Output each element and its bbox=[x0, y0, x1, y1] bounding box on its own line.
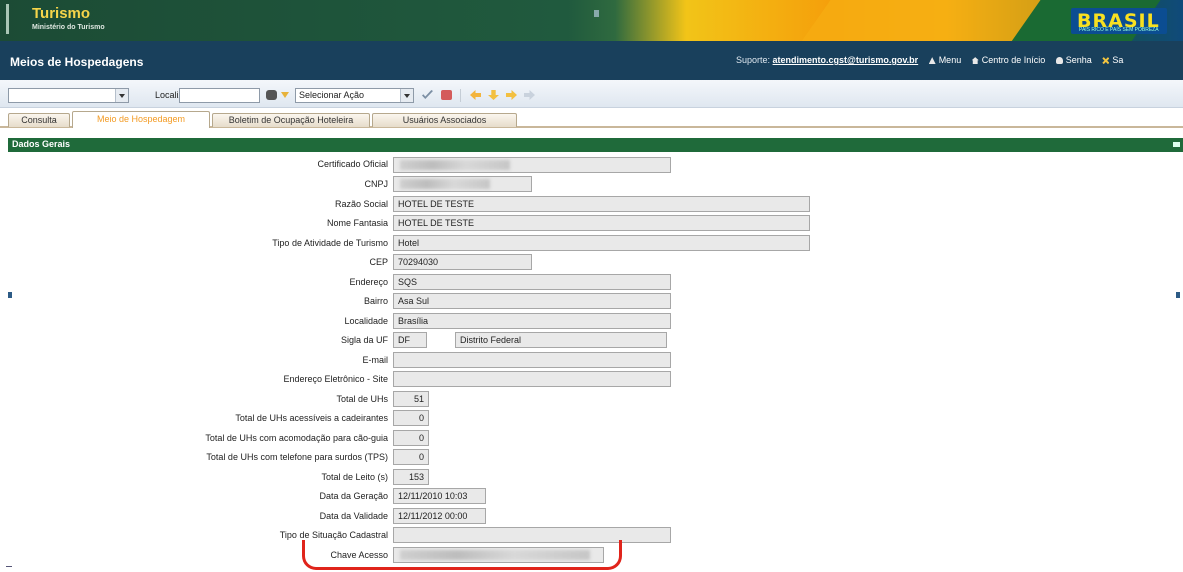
endereco-field[interactable]: SQS bbox=[393, 274, 671, 290]
localidade-label: Localidade bbox=[344, 316, 388, 326]
cep-label: CEP bbox=[369, 257, 388, 267]
uhs-tps-field[interactable]: 0 bbox=[393, 449, 429, 465]
site-field[interactable] bbox=[393, 371, 671, 387]
exit-link-label: Sa bbox=[1112, 55, 1124, 65]
data-validade-field[interactable]: 12/11/2012 00:00 bbox=[393, 508, 486, 524]
tab-consulta[interactable]: Consulta bbox=[8, 113, 70, 127]
uf-name-field[interactable]: Distrito Federal bbox=[455, 332, 667, 348]
support-email-link[interactable]: atendimento.cgst@turismo.gov.br bbox=[773, 55, 919, 65]
top-banner: Turismo Ministério do Turismo BRASIL PAÍ… bbox=[0, 0, 1183, 41]
uhs-caoguia-field[interactable]: 0 bbox=[393, 430, 429, 446]
uhs-caoguia-label: Total de UHs com acomodação para cão-gui… bbox=[205, 433, 388, 443]
menu-link[interactable]: Menu bbox=[928, 55, 962, 65]
binoculars-icon[interactable] bbox=[266, 90, 277, 100]
email-label: E-mail bbox=[362, 355, 388, 365]
first-arrow-icon[interactable] bbox=[470, 90, 481, 100]
header-links: Suporte: atendimento.cgst@turismo.gov.br… bbox=[736, 55, 1123, 65]
section-header: Dados Gerais bbox=[8, 138, 1183, 152]
exit-link[interactable]: Sa bbox=[1102, 55, 1123, 65]
uf-field[interactable]: DF bbox=[393, 332, 427, 348]
endereco-label: Endereço bbox=[349, 277, 388, 287]
user-icon bbox=[1055, 57, 1063, 65]
localidade-field[interactable]: Brasília bbox=[393, 313, 671, 329]
certificado-field[interactable] bbox=[393, 157, 671, 173]
razao-social-field[interactable]: HOTEL DE TESTE bbox=[393, 196, 810, 212]
support-label: Suporte: bbox=[736, 55, 771, 65]
brand-bar bbox=[6, 4, 9, 34]
down-arrow-icon[interactable] bbox=[488, 90, 499, 100]
next-arrow-icon[interactable] bbox=[506, 90, 517, 100]
situacao-label: Tipo de Situação Cadastral bbox=[279, 530, 388, 540]
last-arrow-icon bbox=[524, 90, 535, 100]
tab-boletim-ocupacao[interactable]: Boletim de Ocupação Hoteleira bbox=[212, 113, 370, 127]
uhs-cadeirantes-field[interactable]: 0 bbox=[393, 410, 429, 426]
leitos-label: Total de Leito (s) bbox=[321, 472, 388, 482]
home-link[interactable]: Centro de Início bbox=[971, 55, 1046, 65]
redacted-value bbox=[400, 179, 490, 189]
minimize-icon[interactable] bbox=[1173, 142, 1180, 147]
chevron-down-icon bbox=[400, 89, 413, 102]
toolbar: Localizar: Selecionar Ação bbox=[0, 80, 1183, 108]
cep-field[interactable]: 70294030 bbox=[393, 254, 532, 270]
home-link-label: Centro de Início bbox=[981, 55, 1046, 65]
ministry-subtitle: Ministério do Turismo bbox=[32, 24, 105, 31]
tipo-atividade-field[interactable]: Hotel bbox=[393, 235, 810, 251]
check-icon[interactable] bbox=[422, 90, 433, 99]
data-geracao-label: Data da Geração bbox=[319, 491, 388, 501]
data-validade-label: Data da Validade bbox=[319, 511, 388, 521]
menu-link-label: Menu bbox=[938, 55, 962, 65]
bairro-label: Bairro bbox=[363, 296, 388, 306]
system-name: Meios de Hospedagens bbox=[10, 55, 144, 69]
brasil-logo: BRASIL PAÍS RICO É PAÍS SEM POBREZA bbox=[1071, 8, 1167, 34]
uf-label: Sigla da UF bbox=[340, 335, 388, 345]
erase-icon[interactable] bbox=[441, 90, 452, 100]
password-link[interactable]: Senha bbox=[1055, 55, 1092, 65]
brasil-logo-tagline: PAÍS RICO É PAÍS SEM POBREZA bbox=[1079, 27, 1159, 33]
site-label: Endereço Eletrônico - Site bbox=[283, 374, 388, 384]
tab-usuarios-associados[interactable]: Usuários Associados bbox=[372, 113, 517, 127]
scroll-marker bbox=[8, 292, 12, 298]
leitos-field[interactable]: 153 bbox=[393, 469, 429, 485]
tab-bar: Consulta Meio de Hospedagem Boletim de O… bbox=[0, 108, 1183, 128]
chevron-down-icon bbox=[115, 89, 128, 102]
redacted-value bbox=[400, 160, 510, 170]
certificado-label: Certificado Oficial bbox=[317, 159, 388, 169]
title-bar: Meios de Hospedagens Suporte: atendiment… bbox=[0, 41, 1183, 80]
toolbar-divider bbox=[460, 89, 461, 102]
scroll-marker bbox=[1176, 292, 1180, 298]
dropdown-arrow-icon[interactable] bbox=[281, 92, 289, 98]
nome-fantasia-label: Nome Fantasia bbox=[326, 218, 388, 228]
password-link-label: Senha bbox=[1065, 55, 1092, 65]
email-field[interactable] bbox=[393, 352, 671, 368]
action-select[interactable]: Selecionar Ação bbox=[295, 88, 414, 103]
find-input[interactable] bbox=[179, 88, 260, 103]
data-geracao-field[interactable]: 12/11/2010 10:03 bbox=[393, 488, 486, 504]
bottom-marker bbox=[6, 566, 12, 567]
menu-icon bbox=[928, 57, 936, 65]
filter-select[interactable] bbox=[8, 88, 129, 103]
uhs-cadeirantes-label: Total de UHs acessíveis a cadeirantes bbox=[235, 413, 388, 423]
ministry-title: Turismo bbox=[32, 5, 91, 22]
action-select-value: Selecionar Ação bbox=[299, 90, 365, 100]
cnpj-field[interactable] bbox=[393, 176, 532, 192]
highlight-marker bbox=[302, 540, 622, 570]
bairro-field[interactable]: Asa Sul bbox=[393, 293, 671, 309]
razao-social-label: Razão Social bbox=[334, 199, 388, 209]
section-title: Dados Gerais bbox=[12, 139, 71, 149]
close-icon bbox=[1102, 57, 1110, 65]
tab-meio-de-hospedagem[interactable]: Meio de Hospedagem bbox=[72, 111, 210, 128]
banner-handle bbox=[594, 10, 599, 17]
cnpj-label: CNPJ bbox=[364, 179, 388, 189]
uhs-tps-label: Total de UHs com telefone para surdos (T… bbox=[206, 452, 388, 462]
tipo-atividade-label: Tipo de Atividade de Turismo bbox=[272, 238, 388, 248]
total-uhs-field[interactable]: 51 bbox=[393, 391, 429, 407]
total-uhs-label: Total de UHs bbox=[336, 394, 388, 404]
home-icon bbox=[971, 57, 979, 65]
nome-fantasia-field[interactable]: HOTEL DE TESTE bbox=[393, 215, 810, 231]
